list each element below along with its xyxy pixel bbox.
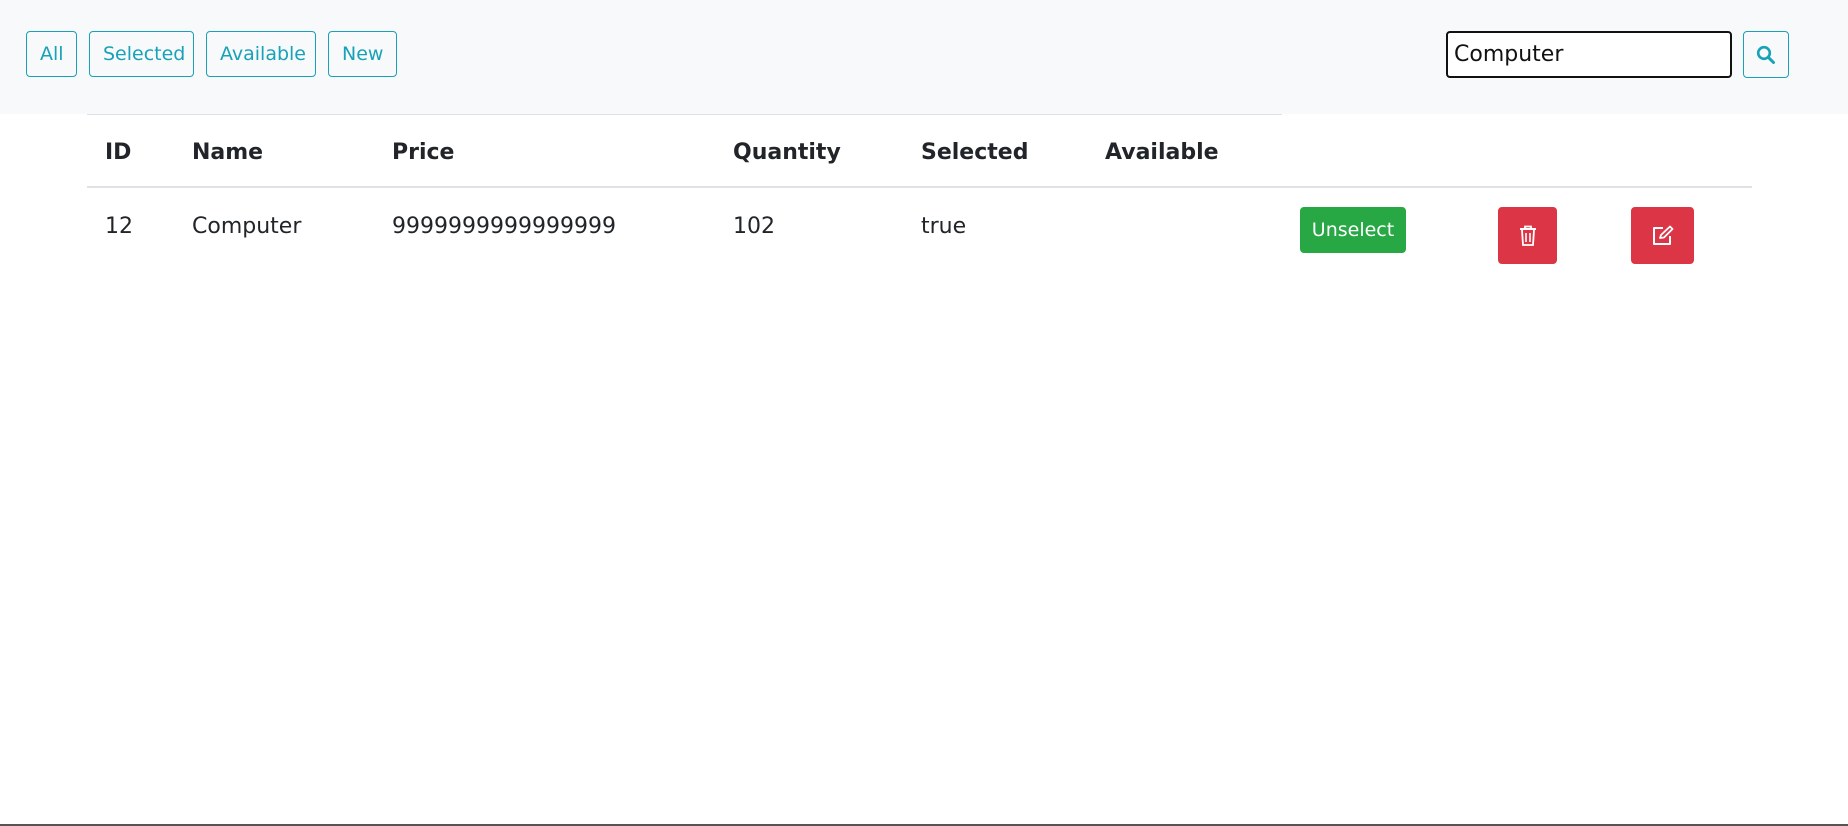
table-header-divider — [87, 186, 1752, 188]
header-available: Available — [1105, 140, 1219, 165]
top-navbar: All Selected Available New — [0, 0, 1848, 114]
search-icon — [1756, 45, 1775, 64]
header-id: ID — [105, 140, 132, 165]
cell-quantity: 102 — [733, 214, 775, 239]
header-quantity: Quantity — [733, 140, 841, 165]
unselect-button[interactable]: Unselect — [1300, 207, 1406, 253]
delete-button[interactable] — [1498, 207, 1557, 264]
cell-name: Computer — [192, 214, 302, 239]
table-top-border — [87, 114, 1282, 115]
header-name: Name — [192, 140, 264, 165]
edit-icon — [1653, 225, 1674, 245]
search-button[interactable] — [1743, 31, 1789, 78]
edit-button[interactable] — [1631, 207, 1694, 264]
trash-icon — [1520, 225, 1536, 246]
header-selected: Selected — [921, 140, 1029, 165]
search-input[interactable] — [1446, 31, 1732, 78]
header-price: Price — [392, 140, 455, 165]
cell-price: 9999999999999999 — [392, 214, 616, 239]
cell-selected: true — [921, 214, 967, 239]
filter-selected-button[interactable]: Selected — [89, 31, 194, 77]
filter-all-button[interactable]: All — [26, 31, 77, 77]
filter-available-button[interactable]: Available — [206, 31, 316, 77]
filter-new-button[interactable]: New — [328, 31, 397, 77]
cell-id: 12 — [105, 214, 133, 239]
